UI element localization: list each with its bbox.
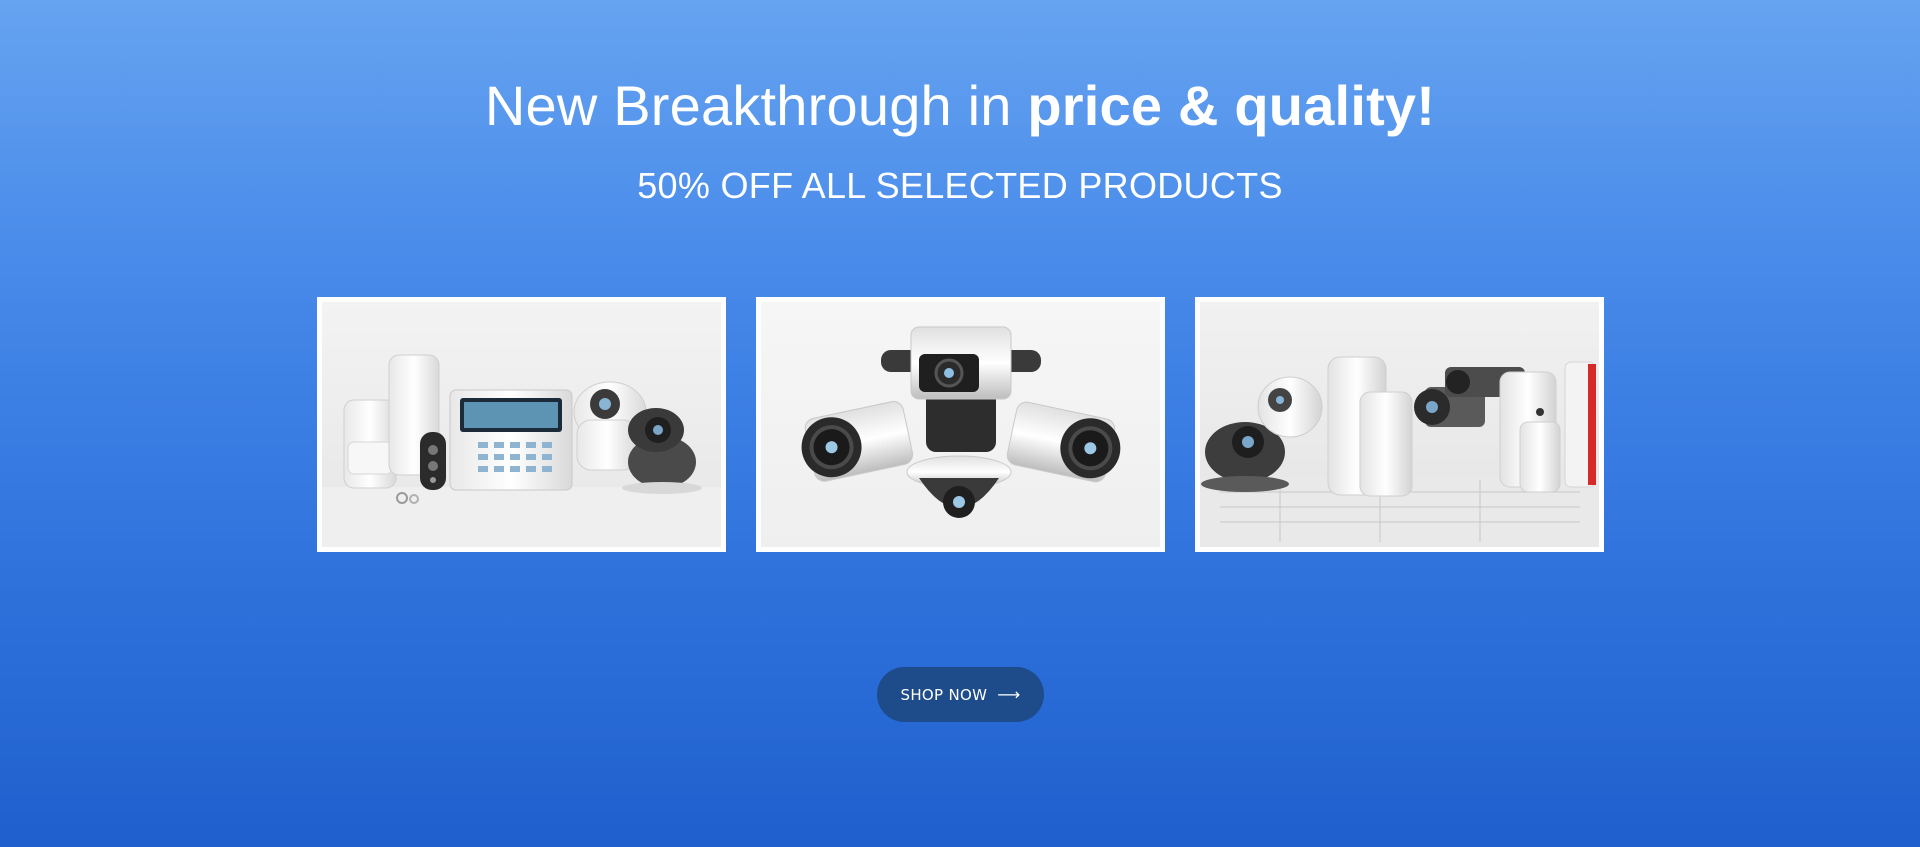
product-card-sensors-cameras[interactable] [1195,297,1604,552]
product-card-cctv-cameras[interactable] [756,297,1165,552]
product-card-alarm-kit[interactable] [317,297,726,552]
alarm-system-kit-image [322,302,721,547]
hero-subheadline: 50% OFF ALL SELECTED PRODUCTS [637,165,1283,206]
product-images [317,297,1604,552]
promo-hero: New Breakthrough in price & quality! 50%… [0,0,1920,847]
headline-regular-text: New Breakthrough in [484,74,1028,137]
shop-now-button[interactable]: SHOP NOW ⟶ [877,667,1044,722]
headline-bold-text: price & quality! [1027,74,1436,137]
sensors-and-cameras-image [1200,302,1599,547]
arrow-right-icon: ⟶ [997,684,1021,704]
hero-headline: New Breakthrough in price & quality! [0,70,1920,142]
cctv-cameras-cluster-image [761,302,1160,547]
shop-now-label: SHOP NOW [900,685,988,704]
